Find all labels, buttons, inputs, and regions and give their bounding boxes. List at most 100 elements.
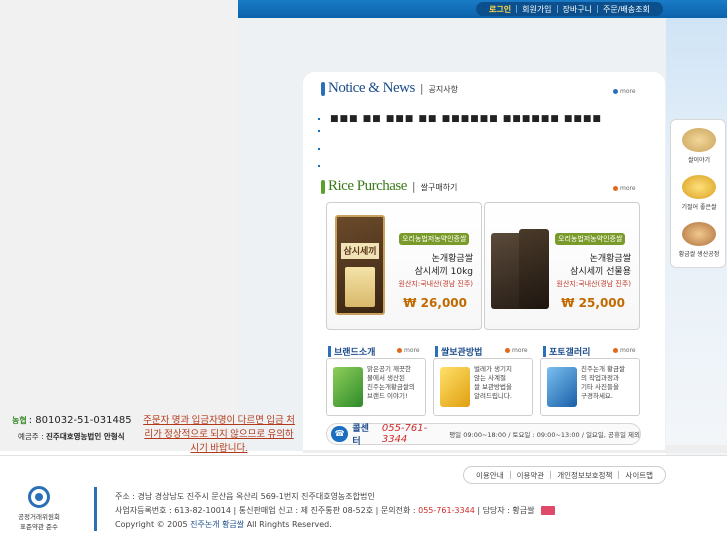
storage-header: 쌀보관방법 bbox=[435, 344, 482, 358]
more-dot-icon bbox=[505, 348, 510, 353]
more-label: more bbox=[512, 347, 528, 354]
more-label: more bbox=[620, 185, 636, 192]
brand-intro-header: 브랜드소개 bbox=[328, 344, 375, 358]
notice-item[interactable] bbox=[318, 130, 330, 132]
holder-prefix: 예금주 : bbox=[18, 432, 44, 441]
footer-link-privacy[interactable]: 개인정보보호정책 bbox=[551, 470, 618, 481]
more-dot-icon bbox=[613, 186, 618, 191]
product-price: ₩ 26,000 bbox=[403, 296, 467, 310]
folder-icon bbox=[333, 367, 363, 407]
bullet-icon bbox=[318, 165, 320, 167]
ftc-logo-icon bbox=[28, 486, 50, 508]
camera-icon bbox=[547, 367, 577, 407]
gallery-card[interactable]: 진주논개 황금쌀 의 작업과정과 기타 사진들을 구경하세요. bbox=[540, 358, 640, 416]
side-item-label: 쌀이야기 bbox=[687, 157, 711, 164]
purchase-header: Rice Purchase | 쌀구매하기 bbox=[321, 178, 457, 195]
certification-tag: 오리농법저농약인증쌀 bbox=[555, 233, 626, 245]
title-divider: | bbox=[411, 180, 416, 193]
call-center-phone[interactable]: 055-761-3344 bbox=[382, 423, 443, 445]
side-item-production[interactable]: 황금쌀 생산공정 bbox=[671, 222, 727, 258]
footer-address: 주소 : 경남 경상남도 진주시 문산읍 옥산리 569-1번지 진주대호영농조… bbox=[115, 492, 375, 501]
storage-title: 쌀보관방법 bbox=[441, 347, 483, 358]
product-card[interactable]: 삼시세끼 오리농법저농약인증쌀 논개황금쌀 삼시세끼 10kg 원산지:국내산(… bbox=[326, 202, 482, 330]
signup-link[interactable]: 회원가입 bbox=[517, 4, 556, 15]
gift-box-image bbox=[519, 229, 549, 309]
purchase-title: Rice Purchase bbox=[328, 178, 407, 194]
side-quick-menu: 쌀이야기 기절어 좋은쌀 황금쌀 생산공정 bbox=[670, 119, 726, 268]
product-origin: 원산지:국내산(경남 진주) bbox=[556, 280, 631, 288]
manager-info: | 담당자 : 황금쌀 bbox=[477, 506, 535, 515]
footer-copyright: Copyright © 2005 진주논개 황금쌀 All Ringhts Re… bbox=[115, 519, 332, 530]
bullet-icon bbox=[318, 130, 320, 132]
side-item-label: 기절어 좋은쌀 bbox=[681, 204, 717, 211]
side-item-rice-story[interactable]: 쌀이야기 bbox=[671, 128, 727, 164]
certification-tag: 오리농법저농약인증쌀 bbox=[399, 233, 470, 245]
more-label: more bbox=[404, 347, 420, 354]
brand-intro-desc: 맑은공기 깨끗한 물에서 생산된 진주논개황금쌀의 브랜드 이야기! bbox=[367, 365, 415, 400]
section-marker bbox=[435, 345, 438, 357]
copyright-suffix: All Ringhts Reserved. bbox=[246, 520, 332, 529]
footer-business-info: 사업자등록번호 : 613-82-10014 | 통신판매업 신고 : 제 진주… bbox=[115, 505, 556, 516]
footer-link-sitemap[interactable]: 사이트맵 bbox=[619, 470, 659, 481]
gallery-more-button[interactable]: more bbox=[613, 347, 636, 354]
product-name: 논개황금쌀 bbox=[589, 254, 631, 264]
footer-link-guide[interactable]: 이용안내 bbox=[470, 470, 510, 481]
business-info: 사업자등록번호 : 613-82-10014 | 통신판매업 신고 : 제 진주… bbox=[115, 506, 416, 515]
payment-warning: 주문자 명과 입금자명이 다르면 입금 처리가 정상적으로 되지 않으므로 유의… bbox=[143, 416, 295, 454]
account-holder: 예금주 : 진주대호영농법인 안형식 bbox=[18, 431, 125, 442]
notice-subtitle: 공지사항 bbox=[428, 85, 458, 94]
seal-text: 표준약관 준수 bbox=[20, 523, 58, 531]
product-name-detail: 삼시세끼 선물용 bbox=[570, 267, 631, 277]
product-origin: 원산지:국내산(경남 진주) bbox=[398, 280, 473, 288]
bullet-icon bbox=[318, 118, 320, 120]
holder-name: 진주대호영농법인 안형식 bbox=[46, 432, 125, 441]
rice-plant-icon bbox=[682, 128, 716, 152]
gallery-header: 포토갤러리 bbox=[543, 344, 590, 358]
more-label: more bbox=[620, 347, 636, 354]
title-divider: | bbox=[419, 82, 424, 95]
footer-accent-bar bbox=[94, 487, 97, 531]
section-marker bbox=[328, 345, 331, 357]
seal-text: 공정거래위원회 bbox=[18, 513, 60, 521]
email-icon[interactable] bbox=[541, 506, 556, 515]
copyright-prefix: Copyright © 2005 bbox=[115, 520, 188, 529]
login-link[interactable]: 로그인 bbox=[484, 4, 516, 15]
call-center-label: 콜센터 bbox=[352, 424, 369, 447]
side-item-good-rice[interactable]: 기절어 좋은쌀 bbox=[671, 175, 727, 211]
account-number: : 801032-51-031485 bbox=[28, 415, 132, 426]
notice-title: Notice & News bbox=[328, 80, 415, 96]
notice-more-button[interactable]: more bbox=[613, 88, 636, 95]
gallery-title: 포토갤러리 bbox=[549, 347, 591, 358]
rice-bag-image: 삼시세끼 bbox=[335, 215, 385, 315]
bag-label: 삼시세끼 bbox=[341, 243, 379, 259]
section-marker bbox=[321, 179, 325, 194]
storage-card[interactable]: 벌레가 생기지 않는 사계절 쌀 보관방법을 알려드립니다. bbox=[433, 358, 533, 416]
storage-desc: 벌레가 생기지 않는 사계절 쌀 보관방법을 알려드립니다. bbox=[474, 365, 512, 400]
notice-item-text: ■■■ ■■ ■■■ ■■ ■■■■■■ ■■■■■■ ■■■■ bbox=[330, 114, 602, 124]
bullet-icon bbox=[318, 148, 320, 150]
more-label: more bbox=[620, 88, 636, 95]
main-panel: Notice & News | 공지사항 more ■■■ ■■ ■■■ ■■ … bbox=[303, 72, 665, 450]
footer-divider bbox=[0, 455, 727, 456]
call-center-hours: 평일 09:00~18:00 / 토요일 : 09:00~13:00 / 일요일… bbox=[449, 431, 640, 439]
product-card[interactable]: 오리농법저농약인증쌀 논개황금쌀 삼시세끼 선물용 원산지:국내산(경남 진주)… bbox=[484, 202, 640, 330]
section-marker bbox=[321, 81, 325, 96]
rice-bowl-icon bbox=[682, 222, 716, 246]
order-tracking-link[interactable]: 주문/배송조회 bbox=[598, 4, 655, 15]
brand-more-button[interactable]: more bbox=[397, 347, 420, 354]
purchase-more-button[interactable]: more bbox=[613, 185, 636, 192]
section-marker bbox=[543, 345, 546, 357]
notice-header: Notice & News | 공지사항 bbox=[321, 80, 458, 97]
notice-item[interactable] bbox=[318, 148, 330, 150]
product-name: 논개황금쌀 bbox=[431, 254, 473, 264]
notice-item[interactable] bbox=[318, 165, 330, 167]
notice-item[interactable]: ■■■ ■■ ■■■ ■■ ■■■■■■ ■■■■■■ ■■■■ bbox=[318, 114, 602, 124]
cart-link[interactable]: 장바구니 bbox=[558, 4, 597, 15]
brand-intro-card[interactable]: 맑은공기 깨끗한 물에서 생산된 진주논개황금쌀의 브랜드 이야기! bbox=[326, 358, 426, 416]
footer-link-terms[interactable]: 이용약관 bbox=[511, 470, 551, 481]
more-dot-icon bbox=[397, 348, 402, 353]
footer-menu: 이용안내 이용약관 개인정보보호정책 사이트맵 bbox=[463, 466, 667, 484]
bank-logo: 농협 bbox=[12, 416, 27, 425]
storage-more-button[interactable]: more bbox=[505, 347, 528, 354]
purchase-subtitle: 쌀구매하기 bbox=[420, 183, 458, 192]
